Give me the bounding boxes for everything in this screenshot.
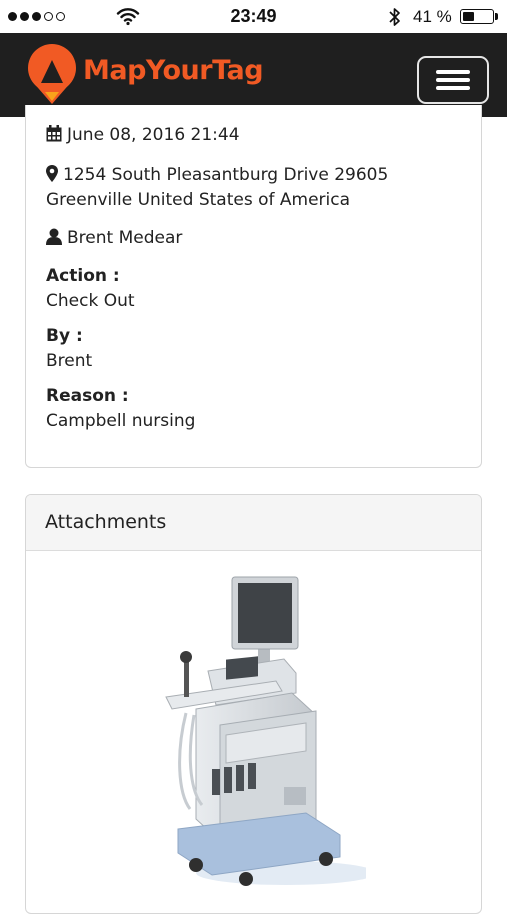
ultrasound-machine-image[interactable]	[156, 573, 366, 893]
attachments-card: Attachments	[25, 494, 482, 914]
event-user: Brent Medear	[46, 226, 182, 251]
brand-name[interactable]: MapYourTag	[83, 55, 264, 86]
status-bar: 23:49 41 %	[0, 0, 507, 33]
by-value: Brent	[46, 351, 93, 371]
event-detail-card: June 08, 2016 21:44 1254 South Pleasantb…	[25, 105, 482, 468]
hamburger-icon-bar	[436, 86, 470, 90]
battery-percent: 41 %	[413, 7, 452, 26]
reason-value: Campbell nursing	[46, 411, 196, 431]
attachments-title: Attachments	[45, 511, 167, 533]
event-address: 1254 South Pleasantburg Drive 29605 Gree…	[46, 165, 389, 210]
hamburger-icon	[436, 70, 470, 74]
action-label: Action :	[46, 266, 120, 286]
logo-icon	[28, 44, 76, 104]
battery-icon	[460, 9, 494, 24]
bluetooth-icon	[389, 8, 400, 26]
battery-fill	[462, 11, 474, 21]
battery-nub	[495, 13, 498, 20]
hamburger-icon-bar	[436, 78, 470, 82]
user-icon	[46, 228, 62, 245]
event-date: June 08, 2016 21:44	[46, 123, 240, 148]
action-value: Check Out	[46, 291, 135, 311]
reason-label: Reason :	[46, 386, 129, 406]
by-label: By :	[46, 326, 83, 346]
calendar-icon	[46, 125, 62, 142]
menu-button[interactable]	[417, 56, 489, 104]
attachments-header: Attachments	[26, 495, 481, 551]
map-marker-icon	[46, 165, 58, 182]
